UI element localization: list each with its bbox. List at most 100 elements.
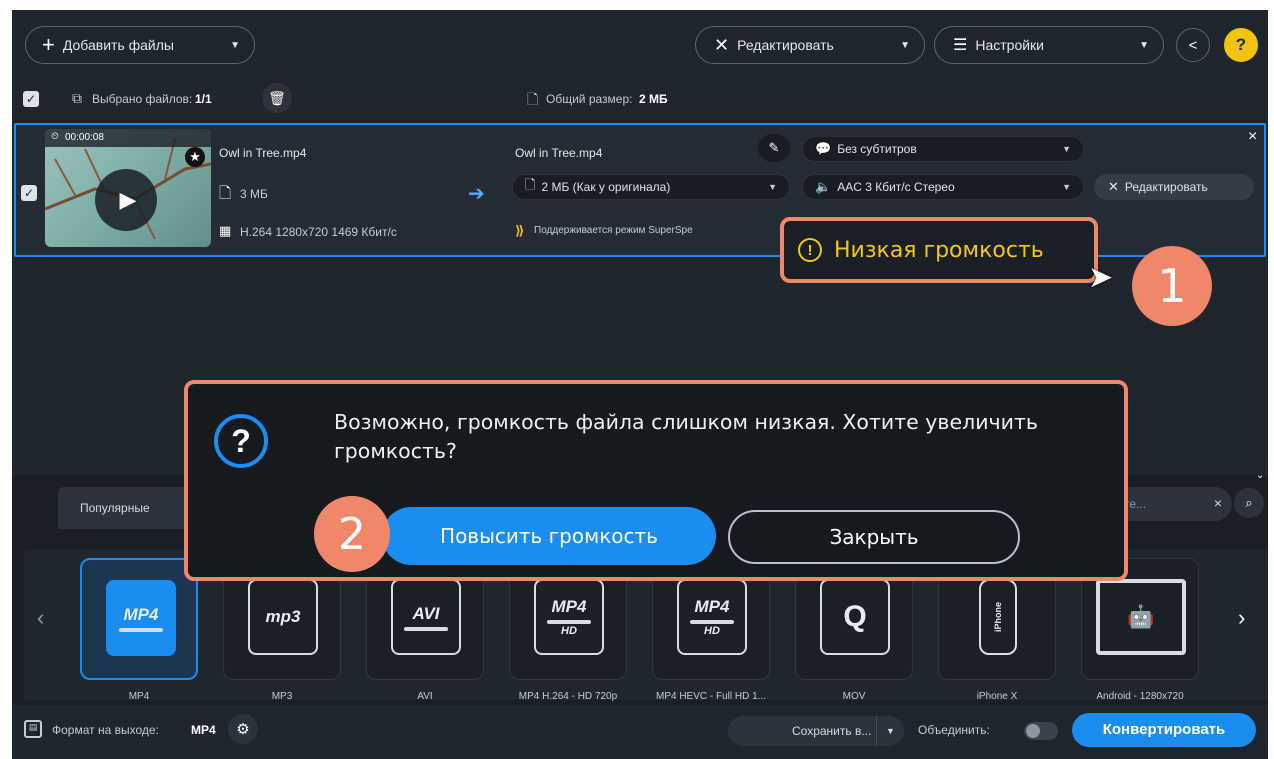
settings-sliders-icon: ☰	[953, 37, 968, 54]
format-label-iphone: iPhone X	[976, 691, 1018, 702]
audio-dropdown[interactable]: 🔈 AAC 3 Кбит/с Стерео ▼	[802, 174, 1084, 200]
speaker-icon: 🔈	[815, 179, 832, 194]
rename-button[interactable]: ✎	[758, 134, 790, 162]
settings-label: Настройки	[975, 37, 1044, 53]
increase-volume-label: Повысить громкость	[440, 524, 658, 548]
low-volume-label: Низкая громкость	[834, 237, 1044, 263]
edit-file-button[interactable]: ✕ Редактировать	[1094, 174, 1254, 200]
step-2-badge: 2	[314, 496, 390, 572]
speech-bubble-icon: 💬	[815, 141, 832, 156]
mp4-hd-icon: MP4 HD	[534, 579, 604, 655]
output-settings-button[interactable]: ⚙	[228, 714, 258, 744]
add-files-button[interactable]: + Добавить файлы ▼	[25, 26, 255, 64]
trash-icon: 🗑	[268, 89, 286, 106]
merge-label: Объединить:	[918, 723, 990, 737]
low-volume-warning[interactable]: ! Низкая громкость	[780, 217, 1098, 283]
format-label-mp4: MP4	[128, 691, 150, 702]
help-button[interactable]: ?	[1224, 28, 1258, 62]
subtitles-label: Без субтитров	[837, 142, 917, 156]
save-to-dropdown[interactable]: Сохранить в... ▼	[728, 716, 904, 746]
arrow-right-icon: ➔	[468, 183, 485, 205]
format-label-mp4-h264-hd: MP4 H.264 - HD 720p	[518, 691, 618, 702]
select-all-checkbox[interactable]: ✓	[23, 91, 39, 107]
iphone-icon: iPhone	[979, 579, 1017, 655]
quicktime-icon: Q	[820, 579, 890, 655]
convert-label: Конвертировать	[1102, 721, 1226, 738]
chevron-down-icon: ▼	[1139, 39, 1149, 51]
close-file-icon[interactable]: ×	[1248, 128, 1257, 146]
file-size: 3 МБ	[240, 187, 268, 201]
output-format-value: MP4	[191, 723, 216, 737]
merge-toggle[interactable]	[1024, 722, 1058, 740]
output-size-dropdown[interactable]: 🗋 2 МБ (Как у оригинала) ▼	[512, 174, 790, 200]
mp4-hevc-icon: MP4 HD	[677, 579, 747, 655]
format-label-avi: AVI	[417, 691, 433, 702]
file-size-icon: 🗋	[527, 91, 539, 107]
share-icon: <	[1188, 36, 1198, 54]
share-button[interactable]: <	[1176, 28, 1210, 62]
plus-icon: +	[42, 32, 55, 57]
file-icon: 🗋	[219, 185, 232, 202]
format-search-input[interactable]: те... ×	[1112, 487, 1232, 521]
convert-button[interactable]: Конвертировать	[1072, 713, 1256, 747]
output-size-label: 2 МБ (Как у оригинала)	[541, 180, 671, 194]
clear-search-icon[interactable]: ×	[1214, 495, 1222, 511]
format-card-mp4[interactable]: MP4	[80, 558, 198, 680]
scroll-left-icon[interactable]: ‹	[37, 605, 44, 631]
close-dialog-button[interactable]: Закрыть	[728, 510, 1020, 564]
tab-popular-label: Популярные	[80, 501, 150, 515]
search-button[interactable]: ⌕	[1234, 488, 1264, 518]
chevron-down-icon: ▼	[1062, 182, 1071, 192]
film-icon: ▦	[219, 223, 232, 238]
edit-toolbar-button[interactable]: ✕ Редактировать ▼	[695, 26, 925, 64]
edit-toolbar-label: Редактировать	[737, 37, 834, 53]
superspeed-label: Поддерживается режим SuperSpe	[534, 225, 693, 236]
tools-icon: ✕	[1108, 179, 1119, 194]
settings-button[interactable]: ☰ Настройки ▼	[934, 26, 1164, 64]
edit-file-label: Редактировать	[1124, 180, 1208, 194]
favorite-star-icon[interactable]: ★	[185, 147, 205, 167]
output-format-icon: ▤	[24, 720, 42, 738]
chevron-down-icon: ▼	[900, 39, 910, 51]
delete-button[interactable]: 🗑	[262, 83, 292, 113]
file-name: Owl in Tree.mp4	[219, 146, 307, 160]
mp4-icon: MP4	[106, 580, 176, 656]
increase-volume-button[interactable]: Повысить громкость	[382, 507, 716, 565]
tab-popular[interactable]: Популярные	[58, 487, 188, 529]
duration: 00:00:08	[65, 132, 104, 143]
play-button[interactable]: ▶	[95, 169, 157, 231]
dialog-message: Возможно, громкость файла слишком низкая…	[334, 410, 1039, 463]
pencil-icon: ✎	[768, 140, 780, 155]
save-to-label: Сохранить в...	[792, 724, 872, 738]
file-checkbox[interactable]: ✓	[21, 185, 37, 201]
subtitles-dropdown[interactable]: 💬 Без субтитров ▼	[802, 136, 1084, 162]
gear-icon: ⚙	[236, 721, 250, 738]
clock-icon: ⏲	[51, 131, 59, 142]
chevron-down-icon: ▼	[876, 716, 904, 746]
total-size-label: Общий размер:	[546, 92, 633, 106]
search-icon: ⌕	[1245, 495, 1253, 510]
output-file-name: Owl in Tree.mp4	[515, 146, 603, 160]
chevron-down-icon: ▼	[768, 182, 777, 192]
app-window: + Добавить файлы ▼ ✕ Редактировать ▼ ☰ Н…	[12, 10, 1268, 759]
avi-icon: AVI	[391, 579, 461, 655]
step-1-number: 1	[1157, 259, 1187, 313]
android-tablet-icon: 🤖	[1096, 579, 1186, 655]
format-label-mov: MOV	[842, 691, 866, 702]
format-label-mp4-hevc: MP4 HEVC - Full HD 1...	[655, 691, 767, 702]
step-2-number: 2	[338, 508, 366, 560]
collapse-chevron-icon[interactable]: ⌄	[1256, 470, 1264, 481]
tools-icon: ✕	[714, 34, 730, 55]
help-label: ?	[1235, 35, 1247, 54]
scroll-right-icon[interactable]: ›	[1238, 605, 1245, 631]
mouse-cursor-icon: ➤	[1088, 261, 1114, 294]
question-mark: ?	[231, 422, 251, 459]
audio-label: AAC 3 Кбит/с Стерео	[837, 180, 955, 194]
low-volume-dialog: ? Возможно, громкость файла слишком низк…	[184, 380, 1128, 581]
step-1-badge: 1	[1132, 246, 1212, 326]
total-size-value: 2 МБ	[639, 92, 668, 106]
add-files-label: Добавить файлы	[62, 37, 174, 53]
selected-files-value: 1/1	[195, 92, 212, 106]
files-icon: ⧉	[72, 90, 82, 106]
video-thumbnail[interactable]: ⏲ 00:00:08 ★ ▶	[45, 129, 211, 247]
